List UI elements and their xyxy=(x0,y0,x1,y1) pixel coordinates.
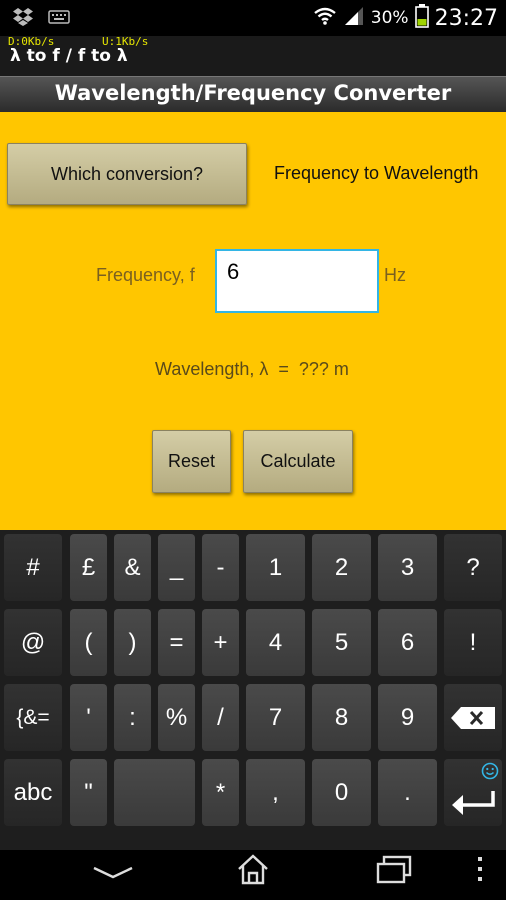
key-plus[interactable]: + xyxy=(202,609,239,676)
key-abc[interactable]: abc xyxy=(4,759,62,826)
upload-speed: U:1Kb/s xyxy=(102,35,149,48)
key-4[interactable]: 4 xyxy=(246,609,305,676)
key-open-paren[interactable]: ( xyxy=(70,609,107,676)
space-key[interactable] xyxy=(114,759,195,826)
wavelength-result: Wavelength, λ = ??? m xyxy=(155,359,349,379)
key-double-quote[interactable]: " xyxy=(70,759,107,826)
key-close-paren[interactable]: ) xyxy=(114,609,151,676)
page-title: Wavelength/Frequency Converter xyxy=(54,81,452,105)
enter-key[interactable] xyxy=(444,759,502,826)
home-icon[interactable] xyxy=(236,852,270,890)
converter-header: Wavelength/Frequency Converter xyxy=(0,76,506,112)
key-6[interactable]: 6 xyxy=(378,609,437,676)
backspace-key[interactable] xyxy=(444,684,502,751)
overflow-menu-icon[interactable] xyxy=(476,856,484,886)
recent-apps-icon[interactable] xyxy=(374,854,414,890)
reset-button[interactable]: Reset xyxy=(152,430,231,493)
key-apostrophe[interactable]: ' xyxy=(70,684,107,751)
frequency-label: Frequency, f xyxy=(96,265,195,285)
backspace-icon xyxy=(451,706,495,729)
back-chevron-icon[interactable] xyxy=(92,862,134,888)
which-conversion-button[interactable]: Which conversion? xyxy=(7,143,247,205)
on-screen-keyboard: # £ & _ - 1 2 3 ? @ ( ) = + 4 5 6 ! {&= … xyxy=(0,530,506,850)
key-3[interactable]: 3 xyxy=(378,534,437,601)
converter-panel: Which conversion? Frequency to Wavelengt… xyxy=(0,112,506,530)
key-underscore[interactable]: _ xyxy=(158,534,195,601)
download-speed: D:0Kb/s xyxy=(8,35,55,48)
key-minus[interactable]: - xyxy=(202,534,239,601)
key-8[interactable]: 8 xyxy=(312,684,371,751)
frequency-input[interactable]: 6 xyxy=(215,249,379,313)
battery-percent: 30% xyxy=(370,8,409,28)
enter-icon xyxy=(452,791,495,815)
clock: 23:27 xyxy=(434,5,498,31)
wifi-icon xyxy=(313,6,337,30)
key-equals[interactable]: = xyxy=(158,609,195,676)
status-bar: 30% 23:27 xyxy=(0,0,506,36)
key-symbols-more[interactable]: {&= xyxy=(4,684,62,751)
key-1[interactable]: 1 xyxy=(246,534,305,601)
key-pound[interactable]: £ xyxy=(70,534,107,601)
key-percent[interactable]: % xyxy=(158,684,195,751)
key-9[interactable]: 9 xyxy=(378,684,437,751)
app-title: λ to f / f to λ xyxy=(10,46,128,66)
key-ampersand[interactable]: & xyxy=(114,534,151,601)
signal-icon xyxy=(343,6,365,30)
key-colon[interactable]: : xyxy=(114,684,151,751)
battery-icon xyxy=(414,4,429,32)
dropbox-icon xyxy=(12,7,34,31)
conversion-mode-label: Frequency to Wavelength xyxy=(274,163,479,183)
key-0[interactable]: 0 xyxy=(312,759,371,826)
key-slash[interactable]: / xyxy=(202,684,239,751)
key-period[interactable]: . xyxy=(378,759,437,826)
key-at[interactable]: @ xyxy=(4,609,62,676)
calculate-button[interactable]: Calculate xyxy=(243,430,353,493)
keyboard-icon xyxy=(48,9,70,29)
frequency-unit: Hz xyxy=(384,265,406,285)
key-7[interactable]: 7 xyxy=(246,684,305,751)
app-title-bar: λ to f / f to λ xyxy=(0,36,506,76)
smiley-icon xyxy=(481,762,499,780)
navigation-bar xyxy=(0,850,506,900)
key-5[interactable]: 5 xyxy=(312,609,371,676)
key-2[interactable]: 2 xyxy=(312,534,371,601)
key-hash[interactable]: # xyxy=(4,534,62,601)
key-asterisk[interactable]: * xyxy=(202,759,239,826)
key-question[interactable]: ? xyxy=(444,534,502,601)
key-comma[interactable]: , xyxy=(246,759,305,826)
key-exclamation[interactable]: ! xyxy=(444,609,502,676)
